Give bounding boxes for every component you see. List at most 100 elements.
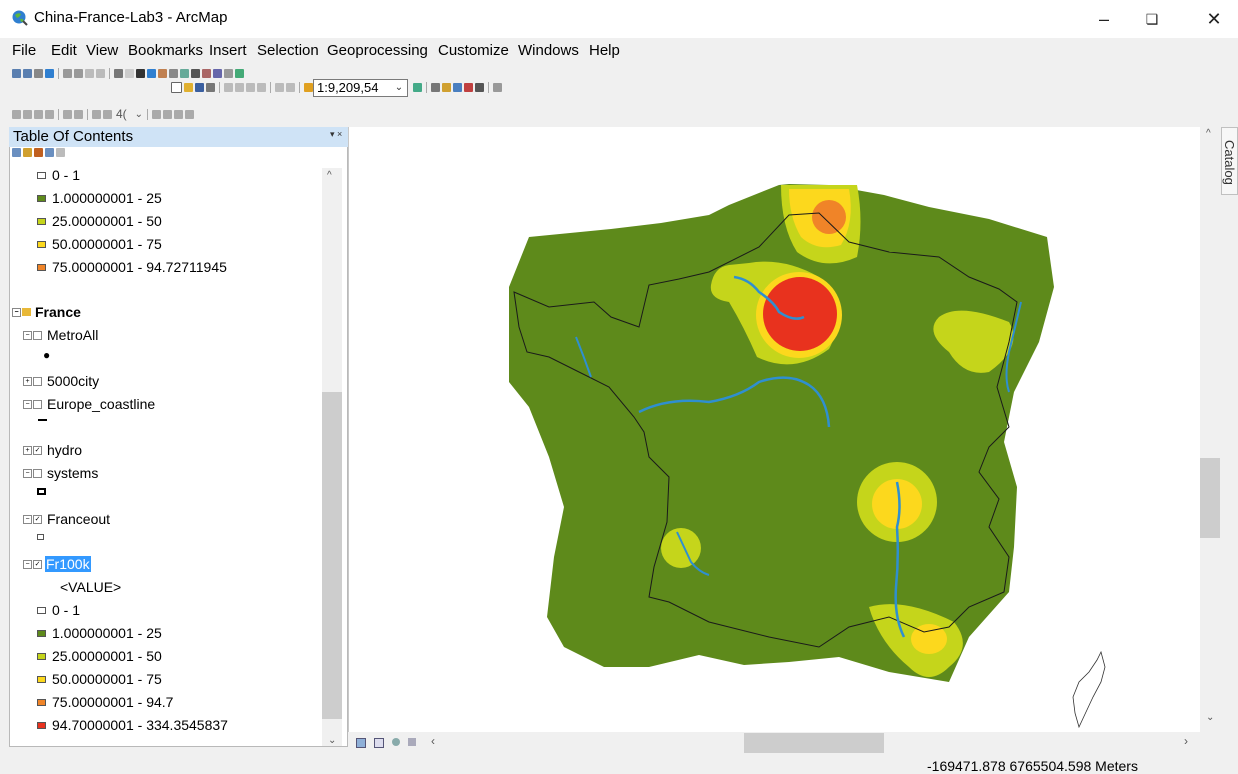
- data-driven-pages-icon[interactable]: [185, 109, 195, 119]
- menu-customize[interactable]: Customize: [438, 42, 509, 59]
- collapse-icon[interactable]: −: [23, 514, 32, 524]
- list-by-selection-icon[interactable]: [45, 148, 54, 157]
- select-elements-icon[interactable]: [136, 68, 145, 78]
- delete-icon[interactable]: [257, 82, 266, 92]
- time-slider-icon[interactable]: [224, 68, 233, 78]
- identify-icon[interactable]: [147, 68, 156, 78]
- chevron-down-icon[interactable]: ⌄: [391, 79, 408, 97]
- hyperlink-icon[interactable]: [158, 68, 167, 78]
- pin-close-icon[interactable]: ▾ ×: [330, 129, 342, 140]
- catalog-tab-label[interactable]: Catalog: [1222, 140, 1237, 185]
- open-icon[interactable]: [184, 82, 193, 92]
- previous-extent-icon[interactable]: [92, 109, 101, 119]
- find-route-icon[interactable]: [202, 68, 211, 78]
- html-popup-icon[interactable]: [169, 68, 178, 78]
- zoom-whole-page-icon[interactable]: [45, 109, 54, 119]
- expand-icon[interactable]: +: [23, 376, 32, 386]
- list-by-source-icon[interactable]: [23, 148, 32, 157]
- menu-selection[interactable]: Selection: [257, 42, 319, 59]
- fixed-zoom-out-icon[interactable]: [74, 68, 83, 78]
- refresh-icon[interactable]: [392, 738, 400, 746]
- layout-view-icon[interactable]: [374, 738, 384, 748]
- clear-selection-icon[interactable]: [125, 68, 134, 78]
- layout-zoom-out-icon[interactable]: [23, 109, 32, 119]
- scroll-up-icon[interactable]: ^: [1206, 128, 1211, 139]
- map-scale-input[interactable]: 1:9,209,54: [313, 79, 392, 97]
- chevron-down-icon[interactable]: ⌄: [135, 109, 143, 120]
- collapse-icon[interactable]: −: [12, 307, 21, 317]
- map-vertical-scrollbar[interactable]: [1200, 127, 1220, 732]
- collapse-icon[interactable]: −: [23, 330, 32, 340]
- data-frame-france[interactable]: − France: [12, 304, 81, 320]
- add-data-icon[interactable]: [304, 82, 313, 92]
- visibility-checkbox-checked[interactable]: ✓: [33, 445, 42, 455]
- menu-windows[interactable]: Windows: [518, 42, 579, 59]
- close-button[interactable]: ✕: [1192, 4, 1236, 34]
- collapse-icon[interactable]: −: [23, 559, 32, 569]
- toc-window-icon[interactable]: [431, 82, 440, 92]
- save-icon[interactable]: [195, 82, 204, 92]
- zoom-in-icon[interactable]: [12, 68, 21, 78]
- search-window-icon[interactable]: [453, 82, 462, 92]
- back-arrow-icon[interactable]: [85, 68, 94, 78]
- python-icon[interactable]: [475, 82, 484, 92]
- layer-metroall[interactable]: − MetroAll: [23, 327, 98, 343]
- print-icon[interactable]: [206, 82, 215, 92]
- catalog-window-icon[interactable]: [442, 82, 451, 92]
- layer-fr100k[interactable]: − ✓ Fr100k: [23, 556, 91, 572]
- menu-view[interactable]: View: [86, 42, 118, 59]
- collapse-icon[interactable]: −: [23, 468, 32, 478]
- go-to-xy-icon[interactable]: [213, 68, 222, 78]
- fixed-layout-zoom-icon[interactable]: [74, 109, 83, 119]
- modelbuilder-icon[interactable]: [493, 82, 502, 92]
- visibility-checkbox-checked[interactable]: ✓: [33, 559, 42, 569]
- layout-zoom-value[interactable]: 4(: [116, 107, 127, 121]
- next-extent-icon[interactable]: [103, 109, 112, 119]
- zoom-100-icon[interactable]: [63, 109, 72, 119]
- full-extent-icon[interactable]: [45, 68, 54, 78]
- layout-pan-icon[interactable]: [34, 109, 43, 119]
- new-map-icon[interactable]: [171, 81, 182, 93]
- scroll-down-icon[interactable]: ⌄: [328, 735, 336, 746]
- copy-icon[interactable]: [235, 82, 244, 92]
- collapse-icon[interactable]: −: [23, 399, 32, 409]
- visibility-checkbox-checked[interactable]: ✓: [33, 514, 42, 524]
- visibility-checkbox[interactable]: [33, 376, 42, 386]
- arctoolbox-icon[interactable]: [464, 82, 473, 92]
- toggle-draft-icon[interactable]: [152, 109, 162, 119]
- zoom-out-icon[interactable]: [23, 68, 32, 78]
- undo-icon[interactable]: [275, 82, 284, 92]
- map-canvas[interactable]: [349, 127, 1200, 732]
- editor-icon[interactable]: [413, 82, 422, 92]
- map-vertical-scroll-thumb[interactable]: [1200, 458, 1220, 538]
- pan-icon[interactable]: [34, 68, 43, 78]
- paste-icon[interactable]: [246, 82, 255, 92]
- layer-systems[interactable]: − systems: [23, 465, 98, 481]
- menu-bookmarks[interactable]: Bookmarks: [128, 42, 203, 59]
- cut-icon[interactable]: [224, 82, 233, 92]
- visibility-checkbox[interactable]: [33, 330, 42, 340]
- map-horizontal-scroll-thumb[interactable]: [744, 733, 884, 753]
- layer-hydro[interactable]: + ✓ hydro: [23, 442, 82, 458]
- focus-data-frame-icon[interactable]: [163, 109, 173, 119]
- visibility-checkbox[interactable]: [33, 468, 42, 478]
- pause-drawing-icon[interactable]: [408, 738, 416, 746]
- menu-insert[interactable]: Insert: [209, 42, 247, 59]
- layout-zoom-in-icon[interactable]: [12, 109, 21, 119]
- menu-edit[interactable]: Edit: [51, 42, 77, 59]
- select-features-icon[interactable]: [114, 68, 123, 78]
- scroll-up-icon[interactable]: ^: [327, 170, 332, 181]
- minimize-button[interactable]: –: [1082, 4, 1126, 34]
- visibility-checkbox[interactable]: [33, 399, 42, 409]
- layer-franceout[interactable]: − ✓ Franceout: [23, 511, 110, 527]
- scroll-left-icon[interactable]: ‹: [431, 734, 435, 748]
- data-view-icon[interactable]: [356, 738, 366, 748]
- scroll-down-icon[interactable]: ⌄: [1206, 712, 1214, 723]
- swipe-icon[interactable]: [235, 68, 244, 78]
- fixed-zoom-in-icon[interactable]: [63, 68, 72, 78]
- restore-button[interactable]: ❏: [1130, 4, 1174, 34]
- expand-icon[interactable]: +: [23, 445, 32, 455]
- list-by-drawing-order-icon[interactable]: [12, 148, 21, 157]
- menu-help[interactable]: Help: [589, 42, 620, 59]
- layer-5000city[interactable]: + 5000city: [23, 373, 99, 389]
